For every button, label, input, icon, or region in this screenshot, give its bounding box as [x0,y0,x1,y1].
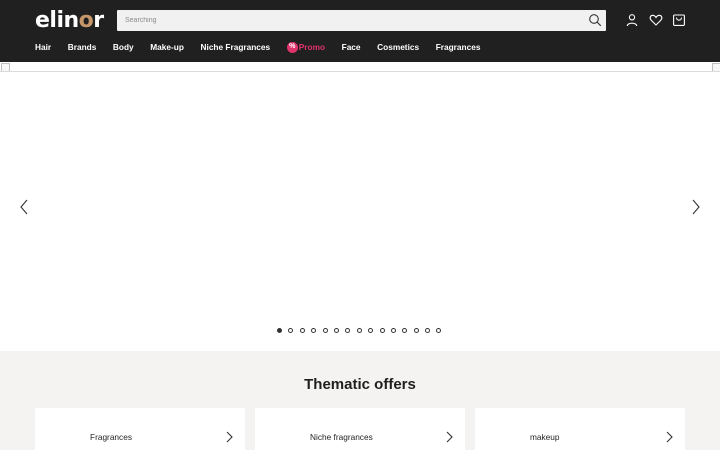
carousel-dot[interactable] [436,328,442,333]
carousel-dot[interactable] [368,328,374,333]
thematic-offers-section: Thematic offers Fragrances Niche fragran… [0,351,720,450]
nav-item-promo[interactable]: % Promo [286,41,326,53]
carousel-dot[interactable] [277,328,282,333]
carousel-dot[interactable] [288,328,294,333]
main-nav: Hair Brands Body Make-up Niche Fragrance… [35,41,497,53]
logo-accent: o [78,8,94,33]
carousel-dot[interactable] [413,328,419,333]
nav-item-niche-fragrances[interactable]: Niche Fragrances [201,41,271,53]
search-icon[interactable] [588,13,602,27]
carousel-dot[interactable] [333,328,339,333]
offer-card-makeup[interactable]: makeup [475,408,685,450]
carousel-dot[interactable] [345,328,351,333]
chevron-right-icon [666,431,673,443]
offer-card-niche-fragrances[interactable]: Niche fragrances [255,408,465,450]
chevron-right-icon [446,431,453,443]
user-icon[interactable] [625,13,639,27]
nav-item-fragrances[interactable]: Fragrances [436,41,481,53]
offer-card-fragrances[interactable]: Fragrances [35,408,245,450]
carousel-dot[interactable] [402,328,408,333]
carousel-dot[interactable] [311,328,317,333]
elinor-logo[interactable]: elinor [35,8,104,34]
offer-card-label: makeup [530,432,560,442]
nav-item-promo-label: Promo [298,42,326,52]
heart-icon[interactable] [649,13,663,27]
logo-prefix: elin [35,8,79,33]
carousel-pagination [277,328,448,333]
divider [0,71,720,72]
nav-item-make-up[interactable]: Make-up [150,41,184,53]
chevron-left-icon[interactable] [18,198,30,216]
carousel-dot[interactable] [390,328,396,333]
search-input[interactable] [117,10,577,31]
carousel-dot[interactable] [299,328,305,333]
carousel-dot[interactable] [356,328,362,333]
logo-suffix: r [93,8,104,33]
nav-item-face[interactable]: Face [342,41,361,53]
search-bar [117,10,606,31]
carousel-dot[interactable] [322,328,328,333]
site-header: elinor Hair Brands Body Make-up Niche Fr… [0,0,720,62]
nav-item-brands[interactable]: Brands [68,41,97,53]
carousel-dot[interactable] [425,328,431,333]
cart-icon[interactable] [672,13,686,27]
carousel-dot[interactable] [379,328,385,333]
offer-card-label: Niche fragrances [310,432,373,442]
chevron-right-icon[interactable] [690,198,702,216]
percent-icon: % [286,41,298,53]
nav-item-cosmetics[interactable]: Cosmetics [377,41,419,53]
section-title: Thematic offers [304,376,416,393]
offer-card-label: Fragrances [90,432,132,442]
hero-carousel [0,62,720,351]
nav-item-body[interactable]: Body [113,41,134,53]
nav-item-hair[interactable]: Hair [35,41,51,53]
chevron-right-icon [226,431,233,443]
